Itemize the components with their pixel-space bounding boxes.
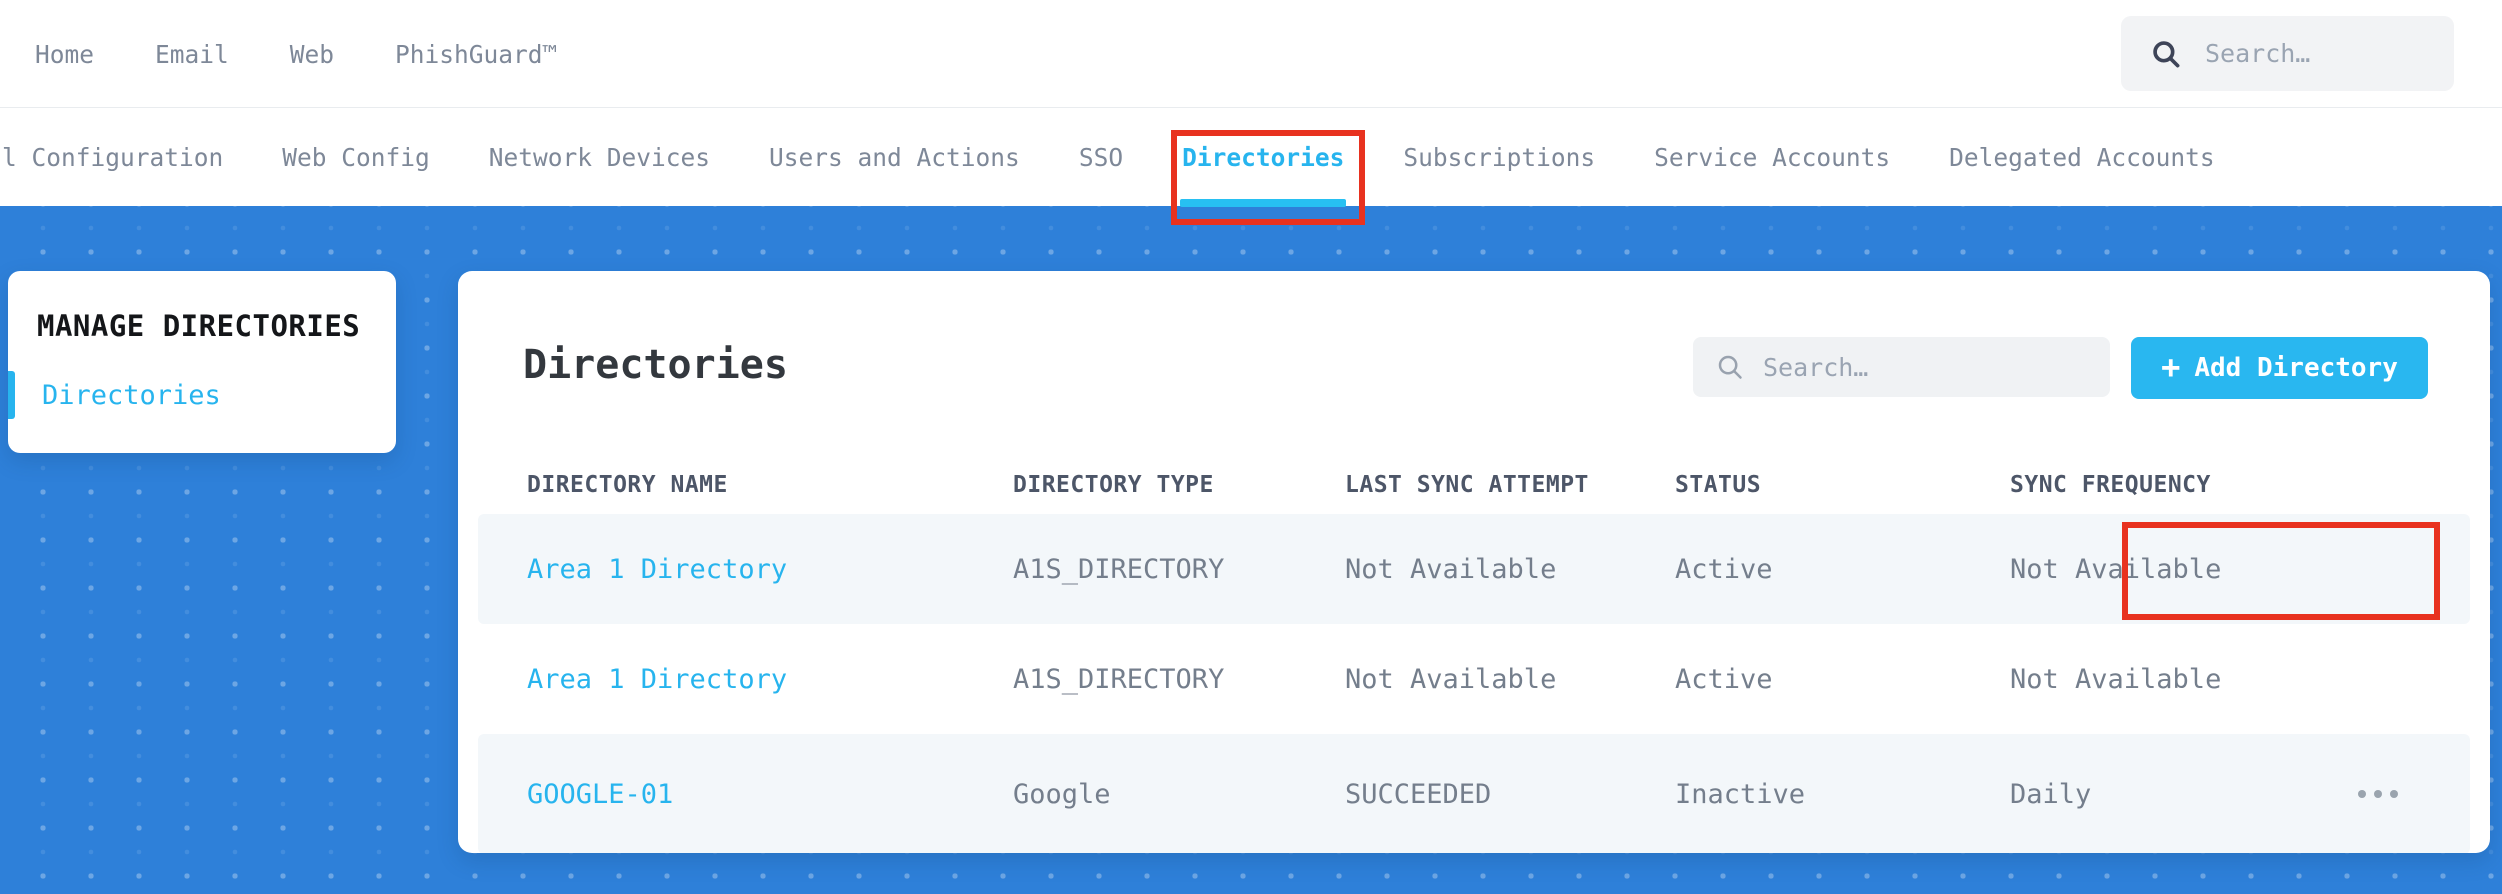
- table-row: GOOGLE-01 Google SUCCEEDED Inactive Dail…: [478, 734, 2470, 853]
- directories-panel: Directories + Add Directory DIRECTORY NA…: [458, 271, 2490, 853]
- directory-type-cell: Google: [1013, 778, 1111, 810]
- table-header: DIRECTORY NAME DIRECTORY TYPE LAST SYNC …: [478, 455, 2470, 514]
- tab-email-configuration[interactable]: l Configuration: [2, 108, 223, 206]
- manage-directories-card: MANAGE DIRECTORIES Directories: [8, 271, 396, 453]
- status-cell: Active: [1675, 553, 1773, 585]
- search-icon: [2153, 40, 2180, 67]
- settings-tab-bar: l Configuration Web Config Network Devic…: [0, 108, 2502, 207]
- global-search[interactable]: [2121, 16, 2454, 91]
- add-directory-button[interactable]: + Add Directory: [2131, 337, 2428, 399]
- column-header-status: STATUS: [1675, 471, 1762, 498]
- directory-name-link[interactable]: Area 1 Directory: [527, 664, 1013, 695]
- tab-directories[interactable]: Directories: [1180, 108, 1347, 207]
- add-directory-button-label: Add Directory: [2194, 353, 2398, 383]
- nav-item-web[interactable]: Web: [290, 40, 334, 69]
- page-title: Directories: [523, 342, 788, 388]
- column-header-sync-frequency: SYNC FREQUENCY: [2010, 471, 2211, 498]
- global-search-input[interactable]: [2205, 39, 2405, 68]
- tab-service-accounts[interactable]: Service Accounts: [1654, 108, 1890, 206]
- sync-frequency-cell: Not Available: [2010, 553, 2222, 585]
- column-header-directory-type: DIRECTORY TYPE: [1013, 471, 1214, 498]
- plus-icon: +: [2161, 347, 2181, 386]
- tab-network-devices[interactable]: Network Devices: [489, 108, 710, 206]
- tab-web-config[interactable]: Web Config: [282, 108, 430, 206]
- nav-item-email[interactable]: Email: [155, 40, 229, 69]
- tab-sso[interactable]: SSO: [1079, 108, 1123, 206]
- row-actions-menu-ellipsis-icon[interactable]: [2358, 790, 2398, 798]
- table-row: Area 1 Directory A1S_DIRECTORY Not Avail…: [478, 514, 2470, 624]
- primary-nav: Home Email Web PhishGuard™: [35, 0, 557, 108]
- search-icon: [1718, 355, 1742, 379]
- table-row: Area 1 Directory A1S_DIRECTORY Not Avail…: [478, 624, 2470, 734]
- tab-users-and-actions[interactable]: Users and Actions: [769, 108, 1020, 206]
- nav-item-home[interactable]: Home: [35, 40, 94, 69]
- status-cell: Inactive: [1675, 778, 1806, 810]
- sync-frequency-cell: Not Available: [2010, 663, 2222, 695]
- active-tab-underline: [1180, 199, 1347, 207]
- last-sync-cell: Not Available: [1345, 553, 1557, 585]
- directory-name-link[interactable]: Area 1 Directory: [527, 554, 1013, 585]
- sidebar-item-directories[interactable]: Directories: [8, 367, 396, 423]
- column-header-directory-name: DIRECTORY NAME: [527, 471, 728, 498]
- status-cell: Active: [1675, 663, 1773, 695]
- last-sync-cell: SUCCEEDED: [1345, 778, 1492, 810]
- sync-frequency-cell: Daily: [2010, 778, 2092, 810]
- column-header-last-sync-attempt: LAST SYNC ATTEMPT: [1345, 471, 1589, 498]
- tab-delegated-accounts[interactable]: Delegated Accounts: [1949, 108, 2215, 206]
- table-body: Area 1 Directory A1S_DIRECTORY Not Avail…: [478, 514, 2470, 853]
- directories-search-input[interactable]: [1763, 352, 2043, 382]
- sidebar-item-label: Directories: [42, 379, 221, 411]
- sidebar-card-title: MANAGE DIRECTORIES: [37, 309, 361, 343]
- directory-type-cell: A1S_DIRECTORY: [1013, 663, 1225, 695]
- directory-type-cell: A1S_DIRECTORY: [1013, 553, 1225, 585]
- tab-subscriptions[interactable]: Subscriptions: [1403, 108, 1595, 206]
- active-item-indicator: [8, 371, 15, 419]
- top-bar: Home Email Web PhishGuard™: [0, 0, 2502, 108]
- last-sync-cell: Not Available: [1345, 663, 1557, 695]
- workspace-background: MANAGE DIRECTORIES Directories Directori…: [0, 206, 2502, 894]
- tab-directories-label: Directories: [1182, 142, 1345, 172]
- directories-search[interactable]: [1693, 337, 2110, 397]
- nav-item-phishguard[interactable]: PhishGuard™: [395, 40, 557, 69]
- directory-name-link[interactable]: GOOGLE-01: [527, 779, 1013, 810]
